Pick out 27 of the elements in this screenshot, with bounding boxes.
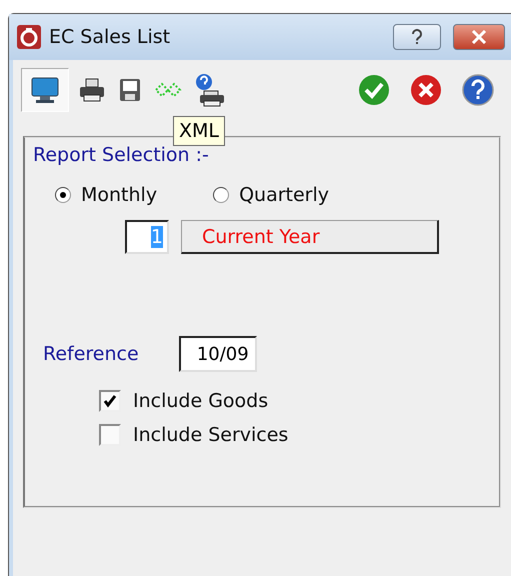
printer-icon [78,77,106,103]
year-button[interactable]: Current Year [181,220,439,254]
monitor-icon [30,76,60,104]
radio-button[interactable] [213,187,230,203]
checkmark-icon [358,74,390,106]
printer-help-icon [194,73,226,107]
window-title: EC Sales List [49,26,170,48]
section-label: Report Selection :- [33,144,209,166]
checkbox-label: Include Goods [133,390,268,412]
close-button[interactable] [453,24,505,50]
checkmark-icon [102,393,118,409]
radio-option[interactable]: Monthly [55,184,158,206]
reference-field[interactable]: 10/09 [178,336,257,372]
help-icon [462,74,494,106]
reference-label: Reference [43,343,139,365]
checkbox[interactable] [99,424,121,446]
checkbox[interactable] [99,390,121,412]
checkbox-label: Include Services [133,424,288,446]
radio-button[interactable] [55,187,71,203]
question-mark-icon [409,29,425,45]
monitor-button[interactable] [21,68,69,112]
tooltip: XML [173,116,225,146]
close-icon [410,74,442,106]
close-icon [471,30,487,44]
app-logo-icon [17,25,41,49]
help-button[interactable] [393,24,441,50]
radio-option[interactable]: Quarterly [213,184,330,206]
